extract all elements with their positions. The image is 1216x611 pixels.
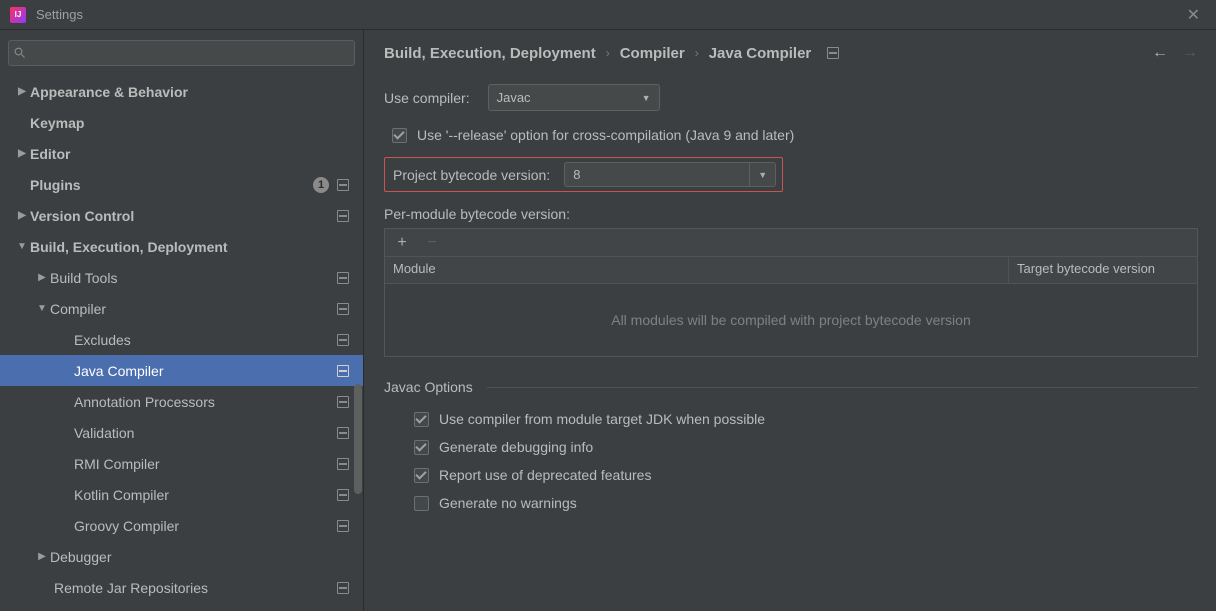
project-scope-icon	[337, 303, 349, 315]
chevron-right-icon: ›	[606, 46, 610, 60]
window-title: Settings	[36, 7, 1181, 22]
nav-back-icon[interactable]: ←	[1152, 44, 1168, 62]
use-compiler-label: Use compiler:	[384, 90, 470, 106]
breadcrumb-item[interactable]: Build, Execution, Deployment	[384, 45, 596, 62]
remove-module-button: −	[423, 234, 441, 252]
tree-plugins[interactable]: ▶Plugins1	[0, 169, 363, 200]
use-compiler-select[interactable]: Javac ▼	[488, 84, 660, 111]
chevron-right-icon: ▶	[14, 148, 30, 159]
project-scope-icon	[337, 272, 349, 284]
project-scope-icon	[337, 179, 349, 191]
opt-debug-checkbox[interactable]	[414, 440, 429, 455]
search-input[interactable]	[8, 40, 355, 66]
module-table: + − Module Target bytecode version All m…	[384, 228, 1198, 357]
settings-tree: ▶Appearance & Behavior ▶Keymap ▶Editor ▶…	[0, 72, 363, 611]
opt-nowarn-label: Generate no warnings	[439, 495, 577, 511]
opt-deprecated-checkbox[interactable]	[414, 468, 429, 483]
project-scope-icon	[337, 396, 349, 408]
project-scope-icon	[337, 427, 349, 439]
chevron-down-icon: ▼	[14, 241, 30, 252]
project-scope-icon	[337, 489, 349, 501]
project-scope-icon	[337, 582, 349, 594]
tree-remote-jar[interactable]: Remote Jar Repositories	[0, 572, 363, 603]
tree-editor[interactable]: ▶Editor	[0, 138, 363, 169]
select-value: Javac	[497, 90, 632, 105]
tree-kotlin[interactable]: Kotlin Compiler	[0, 479, 363, 510]
tree-validation[interactable]: Validation	[0, 417, 363, 448]
tree-groovy[interactable]: Groovy Compiler	[0, 510, 363, 541]
opt-nowarn-checkbox[interactable]	[414, 496, 429, 511]
plugins-update-badge: 1	[313, 177, 329, 193]
project-scope-icon	[337, 458, 349, 470]
breadcrumb: Build, Execution, Deployment › Compiler …	[384, 45, 1152, 62]
per-module-label: Per-module bytecode version:	[384, 206, 1198, 222]
project-bytecode-label: Project bytecode version:	[393, 167, 550, 183]
tree-keymap[interactable]: ▶Keymap	[0, 107, 363, 138]
project-scope-icon	[337, 365, 349, 377]
opt-jdk-label: Use compiler from module target JDK when…	[439, 411, 765, 427]
project-scope-icon	[337, 334, 349, 346]
settings-sidebar: ▶Appearance & Behavior ▶Keymap ▶Editor ▶…	[0, 30, 364, 611]
tree-annotation[interactable]: Annotation Processors	[0, 386, 363, 417]
chevron-right-icon: ▶	[34, 551, 50, 562]
select-value: 8	[565, 167, 749, 182]
project-scope-icon	[827, 47, 839, 59]
tree-rmi[interactable]: RMI Compiler	[0, 448, 363, 479]
tree-debugger[interactable]: ▶Debugger	[0, 541, 363, 572]
opt-deprecated-label: Report use of deprecated features	[439, 467, 651, 483]
chevron-right-icon: ▶	[34, 272, 50, 283]
tree-build[interactable]: ▼Build, Execution, Deployment	[0, 231, 363, 262]
use-release-checkbox[interactable]	[392, 128, 407, 143]
project-scope-icon	[337, 520, 349, 532]
project-bytecode-select[interactable]: 8 ▼	[564, 162, 776, 187]
tree-appearance[interactable]: ▶Appearance & Behavior	[0, 76, 363, 107]
javac-options-header: Javac Options	[384, 379, 1198, 395]
tree-version-control[interactable]: ▶Version Control	[0, 200, 363, 231]
module-column-header: Module	[385, 257, 1009, 283]
chevron-down-icon: ▼	[34, 303, 50, 314]
app-icon: IJ	[10, 7, 26, 23]
chevron-right-icon: ▶	[14, 86, 30, 97]
nav-forward-icon: →	[1182, 44, 1198, 62]
chevron-right-icon: ▶	[14, 210, 30, 221]
add-module-button[interactable]: +	[393, 234, 411, 252]
project-bytecode-highlight: Project bytecode version: 8 ▼	[384, 157, 783, 192]
sidebar-scrollbar[interactable]	[353, 74, 363, 611]
settings-content: Build, Execution, Deployment › Compiler …	[364, 30, 1216, 611]
title-bar: IJ Settings ✕	[0, 0, 1216, 30]
tree-excludes[interactable]: Excludes	[0, 324, 363, 355]
opt-debug-label: Generate debugging info	[439, 439, 593, 455]
chevron-down-icon: ▼	[642, 93, 651, 103]
opt-jdk-checkbox[interactable]	[414, 412, 429, 427]
chevron-down-icon: ▼	[749, 163, 775, 186]
tree-compiler[interactable]: ▼Compiler	[0, 293, 363, 324]
target-column-header: Target bytecode version	[1009, 257, 1197, 283]
module-empty-message: All modules will be compiled with projec…	[385, 284, 1197, 356]
breadcrumb-item[interactable]: Compiler	[620, 45, 685, 62]
use-release-label: Use '--release' option for cross-compila…	[417, 127, 794, 143]
chevron-right-icon: ›	[695, 46, 699, 60]
tree-build-tools[interactable]: ▶Build Tools	[0, 262, 363, 293]
search-icon	[14, 47, 26, 59]
close-icon[interactable]: ✕	[1181, 3, 1206, 27]
tree-java-compiler[interactable]: Java Compiler	[0, 355, 363, 386]
project-scope-icon	[337, 210, 349, 222]
breadcrumb-item: Java Compiler	[709, 45, 812, 62]
